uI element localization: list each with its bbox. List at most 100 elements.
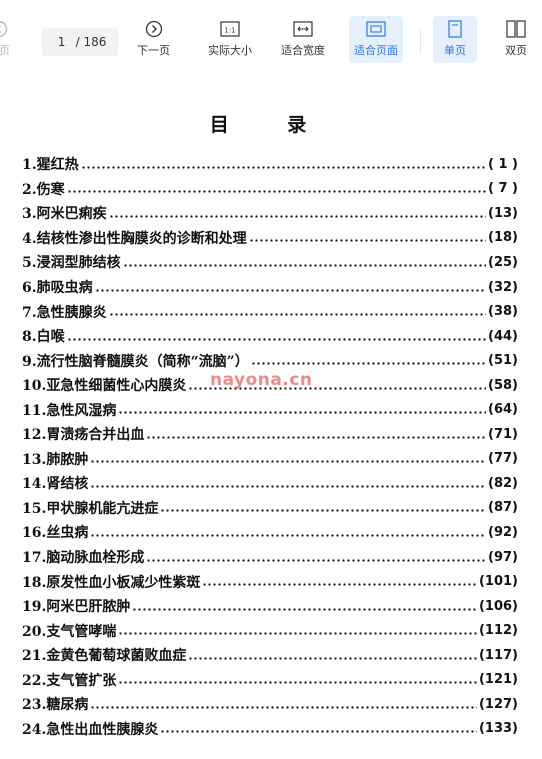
double-page-icon: [506, 18, 526, 40]
fit-width-label: 适合宽度: [281, 44, 325, 57]
toc-entry-page: (51): [488, 353, 518, 369]
toc-entry[interactable]: 5.浸润型肺结核 (25): [22, 250, 518, 275]
toc-dot-leader: [90, 533, 487, 537]
toc-entry-title: 18.原发性血小板减少性紫斑: [22, 574, 201, 591]
toc-entry-title: 1.猩红热: [22, 157, 79, 174]
toc-entry-page: (32): [488, 279, 518, 295]
toc-entry-page: (38): [488, 304, 518, 320]
toc-dot-leader: [90, 705, 477, 709]
toc-entry-title: 14.肾结核: [22, 476, 89, 493]
toc-entry-page: (133): [478, 721, 518, 737]
toc-entry[interactable]: 1.猩红热 ( 1 ): [22, 152, 518, 177]
toc-entry[interactable]: 21.金黄色葡萄球菌败血症 (117): [22, 643, 518, 668]
toc-entry[interactable]: 7.急性胰腺炎 (38): [22, 299, 518, 324]
toc-entry[interactable]: 10.亚急性细菌性心内膜炎 (58): [22, 373, 518, 398]
toc-entry-title: 23.糖尿病: [22, 697, 89, 714]
fit-width-button[interactable]: 适合宽度: [281, 18, 325, 58]
toc-entry[interactable]: 9.流行性脑脊髓膜炎（简称“流脑”） (51): [22, 348, 518, 373]
double-page-label: 双页: [505, 44, 527, 57]
toc-entry-title: 9.流行性脑脊髓膜炎（简称“流脑”）: [22, 353, 249, 370]
toc-entry-page: (58): [488, 377, 518, 393]
toc-entry-page: (18): [488, 230, 518, 246]
next-page-button[interactable]: 下一页: [137, 18, 170, 58]
toc-entry[interactable]: 3.阿米巴痢疾 (13): [22, 201, 518, 226]
toc-entry-page: (127): [478, 696, 518, 712]
document-page: 目 录 1.猩红热 ( 1 ) 2.伤寒 ( 7 ) 3.阿米巴痢疾 (13) 4.结核性渗…: [0, 80, 542, 759]
toc-entry[interactable]: 4.结核性渗出性胸膜炎的诊断和处理 (18): [22, 226, 518, 251]
toc-entry[interactable]: 14.肾结核 (82): [22, 471, 518, 496]
toc-entry-page: (87): [488, 500, 518, 516]
toc-dot-leader: [202, 583, 477, 587]
toc-entry-title: 13.肺脓肿: [22, 451, 89, 468]
toc-entry-title: 6.肺吸虫病: [22, 280, 93, 296]
chevron-right-icon: [145, 18, 163, 40]
toc-dot-leader: [108, 313, 487, 317]
toc-entry[interactable]: 20.支气管哮喘 (112): [22, 618, 518, 643]
toc-dot-leader: [160, 730, 477, 734]
prev-page-button[interactable]: 一页: [0, 18, 10, 58]
toc-entry-title: 12.胃溃疡合并出血: [22, 427, 145, 444]
toc-entry[interactable]: 13.肺脓肿 (77): [22, 447, 518, 472]
toc-entry-title: 16.丝虫病: [22, 525, 89, 542]
toc-entry-page: ( 1 ): [488, 156, 518, 172]
page-total: / 186: [75, 35, 107, 49]
toc-entry[interactable]: 11.急性风湿病 (64): [22, 397, 518, 422]
toc-entry-title: 19.阿米巴肝脓肿: [22, 599, 131, 616]
toc-entry[interactable]: 16.丝虫病 (92): [22, 520, 518, 545]
toc-dot-leader: [118, 681, 477, 685]
toc-entry-page: (121): [478, 672, 518, 688]
chevron-left-icon: [0, 18, 8, 40]
toc-dot-leader: [66, 337, 487, 341]
single-page-button[interactable]: 单页: [433, 16, 477, 63]
next-page-label: 下一页: [137, 44, 170, 57]
toc-entry-page: (77): [488, 451, 518, 467]
toc-dot-leader: [118, 411, 487, 415]
toc-entry[interactable]: 22.支气管扩张 (121): [22, 667, 518, 692]
toolbar-divider: [420, 30, 421, 54]
toc-entry-title: 8.白喉: [22, 329, 65, 346]
toc-dot-leader: [188, 386, 487, 390]
toc-entry-title: 10.亚急性细菌性心内膜炎: [22, 378, 187, 395]
toc-dot-leader: [66, 190, 487, 194]
toc-dot-leader: [118, 632, 477, 636]
toc-entry-title: 21.金黄色葡萄球菌败血症: [22, 648, 187, 665]
toc-entry[interactable]: 18.原发性血小板减少性紫斑 (101): [22, 569, 518, 594]
toc-entry-page: (25): [488, 254, 518, 270]
toc-dot-leader: [94, 288, 487, 292]
fit-page-icon: [366, 18, 386, 40]
toc-entry[interactable]: 6.肺吸虫病 (32): [22, 275, 518, 300]
toc-entry-page: ( 7 ): [488, 181, 518, 197]
page-number-input[interactable]: [53, 35, 70, 49]
toc-entry-title: 3.阿米巴痢疾: [22, 206, 107, 223]
toc-entry[interactable]: 17.脑动脉血栓形成 (97): [22, 545, 518, 570]
toc-dot-leader: [250, 362, 487, 366]
toc-entry[interactable]: 24.急性出血性胰腺炎 (133): [22, 717, 518, 742]
table-of-contents: 1.猩红热 ( 1 ) 2.伤寒 ( 7 ) 3.阿米巴痢疾 (13) 4.结核性渗出性胸膜…: [22, 152, 518, 741]
toc-dot-leader: [90, 484, 487, 488]
toc-dot-leader: [146, 558, 487, 562]
toc-entry-title: 20.支气管哮喘: [22, 623, 117, 640]
double-page-button[interactable]: 双页: [505, 18, 527, 58]
toc-entry-page: (71): [488, 426, 518, 442]
toc-entry[interactable]: 19.阿米巴肝脓肿 (106): [22, 594, 518, 619]
toc-dot-leader: [160, 509, 487, 513]
single-page-icon: [448, 18, 462, 40]
toc-entry[interactable]: 15.甲状腺机能亢进症 (87): [22, 496, 518, 521]
toc-dot-leader: [108, 214, 487, 218]
toc-entry-title: 24.急性出血性胰腺炎: [22, 721, 159, 738]
toc-entry-page: (44): [488, 328, 518, 344]
actual-size-button[interactable]: 1:1 实际大小: [208, 18, 252, 58]
toc-entry-page: (64): [488, 402, 518, 418]
toc-dot-leader: [248, 239, 487, 243]
toc-entry[interactable]: 2.伤寒 ( 7 ): [22, 177, 518, 202]
toc-entry[interactable]: 8.白喉 (44): [22, 324, 518, 349]
toc-entry[interactable]: 23.糖尿病 (127): [22, 692, 518, 717]
toc-dot-leader: [132, 607, 477, 611]
toc-entry-title: 4.结核性渗出性胸膜炎的诊断和处理: [22, 230, 247, 247]
toc-entry-title: 15.甲状腺机能亢进症: [22, 500, 159, 517]
toc-entry[interactable]: 12.胃溃疡合并出血 (71): [22, 422, 518, 447]
fit-width-icon: [293, 18, 313, 40]
fit-page-button[interactable]: 适合页面: [349, 16, 403, 63]
toc-entry-title: 5.浸润型肺结核: [22, 255, 121, 272]
toc-entry-page: (101): [478, 574, 518, 590]
